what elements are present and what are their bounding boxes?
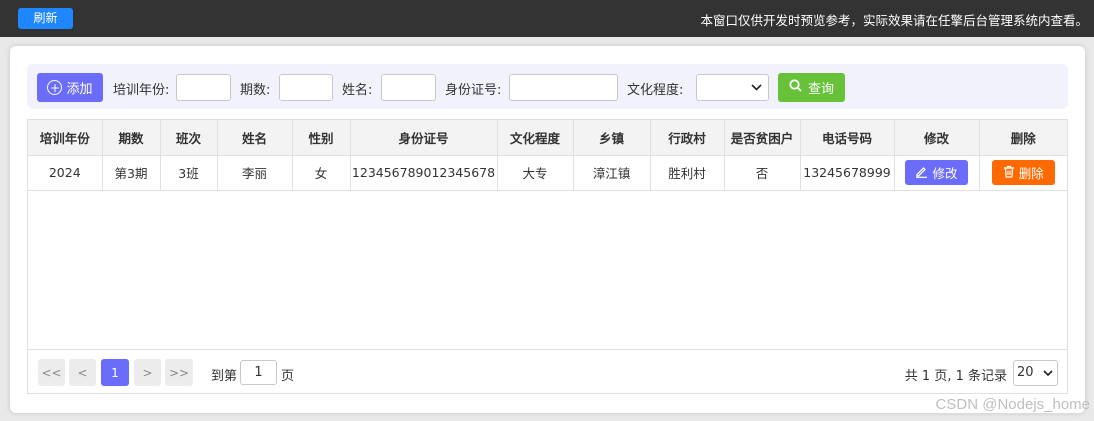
header-period: 期数 — [102, 120, 161, 156]
edit-button[interactable]: 修改 — [905, 160, 968, 185]
edit-button-label: 修改 — [932, 166, 958, 181]
header-class: 班次 — [160, 120, 218, 156]
header-poor: 是否贫困户 — [724, 120, 801, 156]
cell-phone: 13245678999 — [800, 155, 895, 191]
add-button[interactable]: + 添加 — [37, 73, 103, 102]
name-label: 姓名: — [342, 83, 373, 98]
cell-village: 胜利村 — [650, 155, 725, 191]
trash-icon — [1003, 165, 1015, 181]
pagination: << < 1 > >> 到第 1 页 共 1 页, 1 条记录 20 — [28, 349, 1067, 394]
header-year: 培训年份 — [28, 120, 103, 156]
main-card: + 添加 培训年份: 期数: 姓名: 身份证号: 文化程度: 查询 培训年份 期… — [10, 46, 1085, 413]
header-phone: 电话号码 — [800, 120, 895, 156]
preview-notice: 本窗口仅供开发时预览参考，实际效果请在任擎后台管理系统内查看。 — [700, 13, 1088, 28]
add-button-label: 添加 — [66, 82, 93, 97]
top-bar: 刷新 本窗口仅供开发时预览参考，实际效果请在任擎后台管理系统内查看。 — [0, 0, 1094, 37]
header-delete: 删除 — [979, 120, 1067, 156]
refresh-button[interactable]: 刷新 — [18, 8, 73, 29]
page-size-value: 20 — [1017, 365, 1034, 380]
period-input[interactable] — [279, 74, 333, 101]
table-row: 2024 第3期 3班 李丽 女 123456789012345678 大专 漳… — [28, 155, 1067, 191]
query-button-label: 查询 — [807, 82, 834, 97]
search-bar: + 添加 培训年份: 期数: 姓名: 身份证号: 文化程度: 查询 — [27, 64, 1068, 109]
name-input[interactable] — [381, 74, 436, 101]
pencil-icon — [915, 165, 928, 181]
header-town: 乡镇 — [573, 120, 651, 156]
cell-gender: 女 — [292, 155, 351, 191]
period-label: 期数: — [240, 83, 271, 98]
cell-delete: 删除 — [979, 155, 1067, 191]
goto-prefix: 到第 — [211, 369, 238, 384]
query-button[interactable]: 查询 — [778, 73, 845, 102]
last-page-button[interactable]: >> — [165, 359, 193, 386]
cell-town: 漳江镇 — [573, 155, 651, 191]
id-input[interactable] — [509, 74, 618, 101]
next-page-button[interactable]: > — [134, 359, 161, 386]
cell-edu: 大专 — [497, 155, 574, 191]
table-header-row: 培训年份 期数 班次 姓名 性别 身份证号 文化程度 乡镇 行政村 是否贫困户 … — [28, 120, 1067, 156]
header-village: 行政村 — [650, 120, 725, 156]
search-icon — [789, 79, 802, 96]
cell-id: 123456789012345678 — [350, 155, 498, 191]
goto-page-input[interactable]: 1 — [240, 360, 277, 385]
page-1-button[interactable]: 1 — [101, 359, 129, 386]
cell-poor: 否 — [724, 155, 801, 191]
header-name: 姓名 — [217, 120, 293, 156]
goto-suffix: 页 — [281, 369, 295, 384]
edu-label: 文化程度: — [627, 83, 684, 98]
edu-select[interactable] — [696, 74, 769, 101]
cell-edit: 修改 — [894, 155, 980, 191]
page-size-select[interactable]: 20 — [1013, 360, 1058, 386]
watermark: CSDN @Nodejs_home — [935, 396, 1090, 413]
page-summary: 共 1 页, 1 条记录 — [904, 369, 1007, 384]
year-label: 培训年份: — [113, 83, 170, 98]
first-page-button[interactable]: << — [38, 359, 65, 386]
chevron-down-icon — [1043, 361, 1053, 394]
id-label: 身份证号: — [445, 83, 502, 98]
header-id: 身份证号 — [350, 120, 498, 156]
header-edit: 修改 — [894, 120, 980, 156]
chevron-down-icon — [751, 80, 762, 97]
delete-button-label: 删除 — [1018, 166, 1044, 181]
header-gender: 性别 — [292, 120, 351, 156]
delete-button[interactable]: 删除 — [991, 160, 1055, 185]
plus-circle-icon: + — [47, 80, 63, 95]
cell-period: 第3期 — [102, 155, 161, 191]
cell-year: 2024 — [28, 155, 103, 191]
header-edu: 文化程度 — [497, 120, 574, 156]
year-input[interactable] — [176, 74, 231, 101]
cell-class: 3班 — [160, 155, 218, 191]
cell-name: 李丽 — [217, 155, 293, 191]
data-table: 培训年份 期数 班次 姓名 性别 身份证号 文化程度 乡镇 行政村 是否贫困户 … — [27, 119, 1068, 394]
prev-page-button[interactable]: < — [69, 359, 96, 386]
